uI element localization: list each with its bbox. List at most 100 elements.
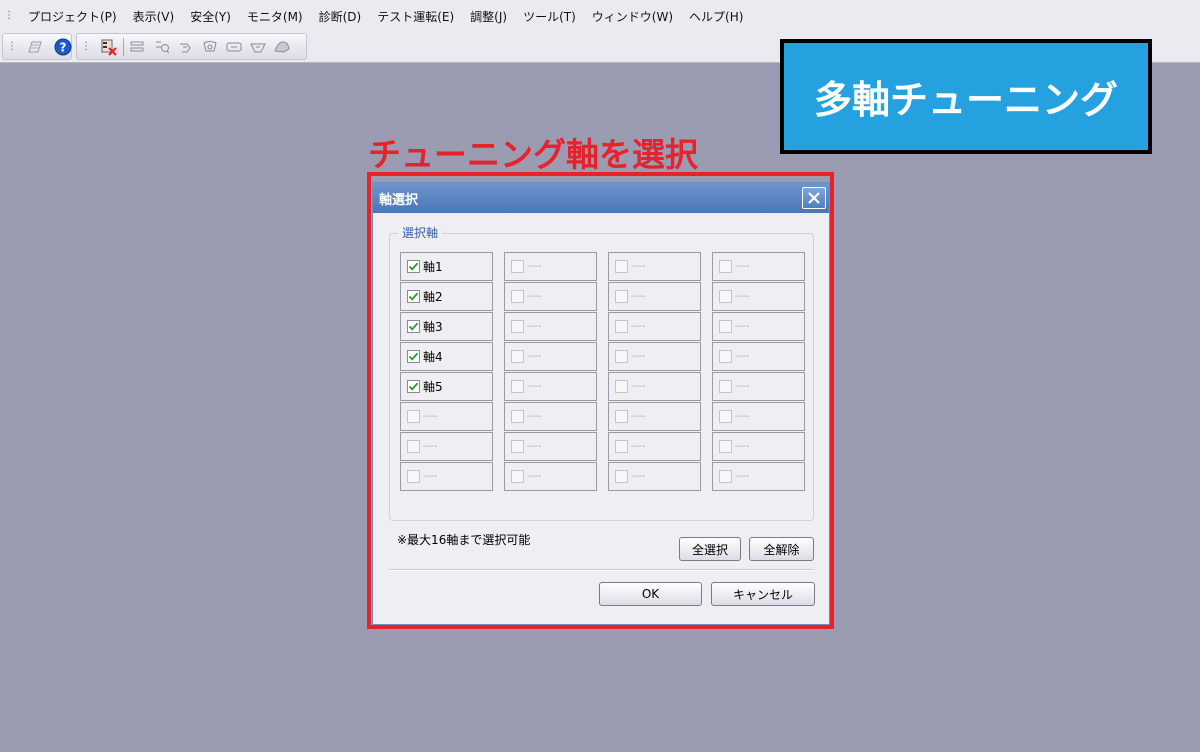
tool-4-icon[interactable] bbox=[201, 38, 219, 56]
axis-cell[interactable]: ---- bbox=[712, 432, 805, 461]
axis-checkbox[interactable] bbox=[407, 320, 420, 333]
toolbar-grip-icon[interactable]: ⋮ bbox=[81, 41, 91, 52]
menu-item[interactable]: テスト運転(E) bbox=[369, 8, 462, 25]
axis-checkbox[interactable] bbox=[407, 260, 420, 273]
axis-checkbox bbox=[615, 440, 628, 453]
axis-cell[interactable]: ---- bbox=[504, 282, 597, 311]
axis-checkbox[interactable] bbox=[407, 350, 420, 363]
axis-label: ---- bbox=[423, 441, 438, 452]
axis-cell[interactable]: ---- bbox=[504, 462, 597, 491]
axis-cell[interactable]: 軸5 bbox=[400, 372, 493, 401]
menu-item[interactable]: 表示(V) bbox=[125, 8, 183, 25]
axis-label: ---- bbox=[735, 381, 750, 392]
axis-label: ---- bbox=[631, 411, 646, 422]
menu-items: プロジェクト(P) 表示(V) 安全(Y) モニタ(M) 診断(D) テスト運転(E) 調整… bbox=[20, 8, 751, 25]
axis-cell[interactable]: ---- bbox=[504, 312, 597, 341]
axis-checkbox[interactable] bbox=[407, 380, 420, 393]
ok-button[interactable]: OK bbox=[599, 582, 702, 606]
toolbar-grip-icon[interactable]: ⋮ bbox=[7, 41, 17, 52]
axis-cell[interactable]: ---- bbox=[400, 462, 493, 491]
axis-cell[interactable]: ---- bbox=[608, 432, 701, 461]
menu-grip-icon[interactable]: ⋮ bbox=[4, 11, 14, 21]
axis-cell[interactable]: ---- bbox=[712, 312, 805, 341]
dialog-titlebar[interactable]: 軸選択 bbox=[373, 183, 829, 213]
select-all-button[interactable]: 全選択 bbox=[679, 537, 741, 561]
axis-cell[interactable]: ---- bbox=[504, 402, 597, 431]
axis-cell[interactable]: 軸4 bbox=[400, 342, 493, 371]
axis-column: ---- ---- ---- ---- ---- ---- ---- ---- bbox=[712, 252, 805, 492]
axis-label: ---- bbox=[631, 471, 646, 482]
checkmark-icon bbox=[408, 262, 419, 271]
dialog-title: 軸選択 bbox=[379, 192, 419, 208]
axis-label: 軸4 bbox=[423, 350, 443, 364]
axis-label: ---- bbox=[527, 291, 542, 302]
axis-cell[interactable]: ---- bbox=[712, 282, 805, 311]
cancel-button[interactable]: キャンセル bbox=[711, 582, 815, 606]
axis-checkbox bbox=[511, 260, 524, 273]
axis-checkbox bbox=[407, 440, 420, 453]
axis-label: 軸2 bbox=[423, 290, 443, 304]
menu-item[interactable]: プロジェクト(P) bbox=[20, 8, 125, 25]
axis-label: ---- bbox=[631, 441, 646, 452]
axis-label: ---- bbox=[527, 261, 542, 272]
axis-grid: 軸1 軸2 軸3 軸4 軸5 ---- ---- ---- ---- ---- ---- ---- --… bbox=[400, 252, 805, 492]
tool-6-icon[interactable] bbox=[249, 38, 267, 56]
axis-cell[interactable]: 軸1 bbox=[400, 252, 493, 281]
tool-5-icon[interactable] bbox=[225, 38, 243, 56]
close-icon bbox=[808, 192, 820, 204]
axis-cell[interactable]: ---- bbox=[608, 282, 701, 311]
axis-checkbox bbox=[719, 350, 732, 363]
axis-label: 軸5 bbox=[423, 380, 443, 394]
axis-checkbox bbox=[615, 290, 628, 303]
tool-3-icon[interactable] bbox=[177, 38, 195, 56]
axis-label: ---- bbox=[735, 441, 750, 452]
menu-item[interactable]: モニタ(M) bbox=[239, 8, 311, 25]
help-icon[interactable]: ? bbox=[54, 38, 72, 56]
tool-2-icon[interactable] bbox=[153, 38, 171, 56]
axis-cell[interactable]: ---- bbox=[712, 462, 805, 491]
axis-cell[interactable]: ---- bbox=[504, 432, 597, 461]
axis-cell[interactable]: ---- bbox=[504, 342, 597, 371]
checkmark-icon bbox=[408, 352, 419, 361]
axis-cell[interactable]: ---- bbox=[712, 342, 805, 371]
axis-checkbox bbox=[407, 470, 420, 483]
axis-cell[interactable]: ---- bbox=[608, 462, 701, 491]
tool-7-icon[interactable] bbox=[273, 38, 291, 56]
close-button[interactable] bbox=[802, 187, 826, 209]
axis-cell[interactable]: 軸2 bbox=[400, 282, 493, 311]
axis-cell[interactable]: ---- bbox=[504, 372, 597, 401]
axis-label: ---- bbox=[631, 261, 646, 272]
axis-cell[interactable]: ---- bbox=[712, 252, 805, 281]
menu-bar: ⋮ プロジェクト(P) 表示(V) 安全(Y) モニタ(M) 診断(D) テスト運転(E)… bbox=[0, 0, 1200, 32]
axis-checkbox bbox=[719, 470, 732, 483]
axis-cell[interactable]: 軸3 bbox=[400, 312, 493, 341]
menu-item[interactable]: ヘルプ(H) bbox=[681, 8, 751, 25]
axis-label: ---- bbox=[631, 321, 646, 332]
axis-checkbox bbox=[407, 410, 420, 423]
deselect-all-button[interactable]: 全解除 bbox=[749, 537, 814, 561]
axis-cell[interactable]: ---- bbox=[400, 432, 493, 461]
menu-item[interactable]: 安全(Y) bbox=[182, 8, 239, 25]
axis-label: ---- bbox=[423, 411, 438, 422]
menu-item[interactable]: ウィンドウ(W) bbox=[584, 8, 681, 25]
axis-checkbox[interactable] bbox=[407, 290, 420, 303]
axis-cell[interactable]: ---- bbox=[504, 252, 597, 281]
axis-cell[interactable]: ---- bbox=[608, 252, 701, 281]
axis-cell[interactable]: ---- bbox=[608, 402, 701, 431]
tool-1-icon[interactable] bbox=[129, 38, 147, 56]
axis-checkbox bbox=[719, 380, 732, 393]
menu-item[interactable]: 診断(D) bbox=[311, 8, 370, 25]
parameter-icon[interactable] bbox=[26, 38, 44, 56]
axis-cell[interactable]: ---- bbox=[712, 402, 805, 431]
axis-setting-icon[interactable] bbox=[100, 38, 118, 56]
axis-cell[interactable]: ---- bbox=[608, 342, 701, 371]
axis-label: ---- bbox=[735, 351, 750, 362]
axis-cell[interactable]: ---- bbox=[608, 372, 701, 401]
axis-cell[interactable]: ---- bbox=[400, 402, 493, 431]
axis-cell[interactable]: ---- bbox=[712, 372, 805, 401]
axis-label: ---- bbox=[735, 291, 750, 302]
menu-item[interactable]: 調整(J) bbox=[462, 8, 515, 25]
axis-cell[interactable]: ---- bbox=[608, 312, 701, 341]
menu-item[interactable]: ツール(T) bbox=[515, 8, 584, 25]
axis-checkbox bbox=[615, 380, 628, 393]
